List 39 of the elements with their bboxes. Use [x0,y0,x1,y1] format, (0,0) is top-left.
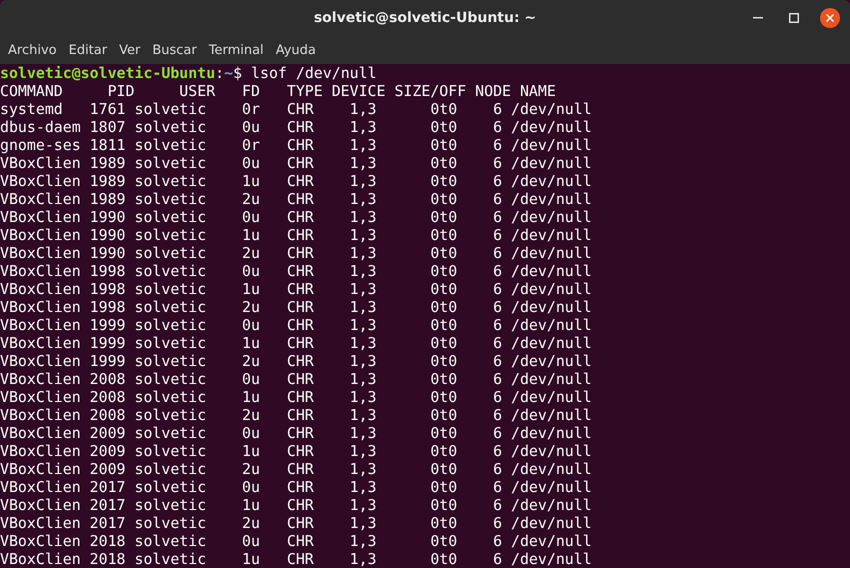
output-line: dbus-daem 1807 solvetic 0u CHR 1,3 0t0 6 /dev/null [0,118,592,136]
output-line: VBoxClien 2009 solvetic 0u CHR 1,3 0t0 6 /dev/null [0,424,592,442]
output-line: gnome-ses 1811 solvetic 0r CHR 1,3 0t0 6 /dev/null [0,136,592,154]
output-line: VBoxClien 1990 solvetic 0u CHR 1,3 0t0 6 /dev/null [0,208,592,226]
prompt-line: solvetic@solvetic-Ubuntu:~$ lsof /dev/null [0,64,377,82]
menu-item[interactable]: Ver [114,38,146,62]
output-line: VBoxClien 2018 solvetic 0u CHR 1,3 0t0 6 /dev/null [0,532,592,550]
output-line: VBoxClien 2009 solvetic 2u CHR 1,3 0t0 6 /dev/null [0,460,592,478]
output-line: VBoxClien 1999 solvetic 0u CHR 1,3 0t0 6 /dev/null [0,316,592,334]
menu-item[interactable]: Terminal [204,38,269,62]
output-line: VBoxClien 2018 solvetic 1u CHR 1,3 0t0 6 /dev/null [0,550,592,568]
output-line: VBoxClien 2009 solvetic 1u CHR 1,3 0t0 6 /dev/null [0,442,592,460]
maximize-icon [789,13,799,23]
close-button[interactable] [820,8,840,28]
output-line: VBoxClien 1990 solvetic 2u CHR 1,3 0t0 6 /dev/null [0,244,592,262]
output-line: VBoxClien 1999 solvetic 2u CHR 1,3 0t0 6 /dev/null [0,352,592,370]
close-icon [826,14,834,22]
menu-item[interactable]: Archivo [3,38,62,62]
output-line: VBoxClien 1990 solvetic 1u CHR 1,3 0t0 6 /dev/null [0,226,592,244]
output-line: VBoxClien 1989 solvetic 0u CHR 1,3 0t0 6 /dev/null [0,154,592,172]
output-line: VBoxClien 2008 solvetic 0u CHR 1,3 0t0 6 /dev/null [0,370,592,388]
output-line: systemd 1761 solvetic 0r CHR 1,3 0t0 6 /dev/null [0,100,592,118]
minimize-icon [753,17,763,19]
output-line: VBoxClien 1998 solvetic 2u CHR 1,3 0t0 6 /dev/null [0,298,592,316]
output-line: VBoxClien 1989 solvetic 1u CHR 1,3 0t0 6 /dev/null [0,172,592,190]
output-line: VBoxClien 2017 solvetic 0u CHR 1,3 0t0 6 /dev/null [0,478,592,496]
output-line: VBoxClien 1999 solvetic 1u CHR 1,3 0t0 6 /dev/null [0,334,592,352]
output-line: VBoxClien 1998 solvetic 1u CHR 1,3 0t0 6 /dev/null [0,280,592,298]
window-title: solvetic@solvetic-Ubuntu: ~ [314,10,536,26]
output-line: VBoxClien 2017 solvetic 1u CHR 1,3 0t0 6 /dev/null [0,496,592,514]
output-line: VBoxClien 2008 solvetic 2u CHR 1,3 0t0 6 /dev/null [0,406,592,424]
output-header: COMMAND PID USER FD TYPE DEVICE SIZE/OFF NODE NAME [0,82,556,100]
output-line: VBoxClien 2017 solvetic 2u CHR 1,3 0t0 6 /dev/null [0,514,592,532]
output-line: VBoxClien 1998 solvetic 0u CHR 1,3 0t0 6 /dev/null [0,262,592,280]
menu-item[interactable]: Editar [64,38,112,62]
output-line: VBoxClien 2008 solvetic 1u CHR 1,3 0t0 6 /dev/null [0,388,592,406]
output-line: VBoxClien 1989 solvetic 2u CHR 1,3 0t0 6 /dev/null [0,190,592,208]
menu-item[interactable]: Buscar [147,38,202,62]
menu-item[interactable]: Ayuda [270,38,321,62]
